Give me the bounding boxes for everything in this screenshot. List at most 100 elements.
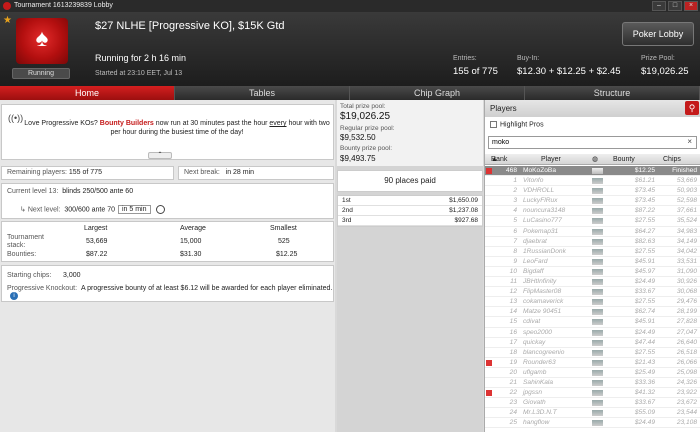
player-chips: 30,068 [676, 288, 697, 296]
spade-icon: ♠ [35, 25, 49, 52]
player-row[interactable]: 2 VDHROLL $73.45 50,903 [485, 186, 700, 197]
player-row[interactable]: 1 Vitonfo $61.21 53,669 [485, 176, 700, 187]
prize-panel: Total prize pool: $19,026.25 Regular pri… [337, 100, 483, 432]
country-flag-icon [592, 299, 603, 306]
pko-description: A progressive bounty of at least $6.12 w… [80, 285, 333, 292]
col-bounty[interactable]: Bounty [613, 154, 635, 165]
player-row[interactable]: 9 LeoFard $45.91 33,531 [485, 257, 700, 267]
player-row[interactable]: 22 jpgssn $41.32 23,922 [485, 388, 700, 399]
player-name: MoKoZoBa [523, 167, 556, 174]
clear-search-icon[interactable]: × [687, 137, 692, 146]
prizepool-value: $19,026.25 [641, 66, 689, 77]
window-controls: – □ × [650, 1, 698, 11]
player-row[interactable]: 13 cokamaverick $27.55 29,476 [485, 297, 700, 308]
tab-tables[interactable]: Tables [175, 86, 350, 100]
player-rank: 22 [509, 389, 517, 397]
player-chips: 30,926 [676, 278, 697, 286]
player-row[interactable]: 19 Rounder63 $21.43 26,066 [485, 358, 700, 368]
player-row[interactable]: 10 Bigdaff $45.97 31,090 [485, 267, 700, 278]
search-icon[interactable]: ⚲ [685, 101, 699, 115]
player-bounty: $62.74 [634, 308, 655, 316]
player-name: Bigdaff [523, 267, 544, 275]
highlight-pros-toggle[interactable]: Highlight Pros [490, 121, 544, 128]
player-rank: 1 [513, 177, 517, 185]
buyin-label: Buy-In: [517, 55, 540, 62]
entries-label: Entries: [453, 55, 477, 62]
player-row[interactable]: 468 MoKoZoBa $12.25 Finished [485, 166, 700, 177]
player-row[interactable]: 18 blancogreenio $27.55 26,518 [485, 348, 700, 358]
player-row[interactable]: 5 LuCasino777 $27.55 35,524 [485, 216, 700, 227]
player-row[interactable]: 11 JBHtInfinity $24.49 30,926 [485, 277, 700, 288]
tournament-name: $27 NLHE [Progressive KO], $15K Gtd [95, 20, 285, 32]
player-chips: 27,047 [676, 328, 697, 336]
player-rank: 10 [509, 267, 517, 275]
country-flag-icon [592, 258, 603, 265]
player-chips: 29,476 [676, 298, 697, 306]
country-flag-icon [592, 279, 603, 286]
collapse-handle[interactable]: ⌃ [148, 152, 172, 159]
player-row[interactable]: 8 1RussianDonk $27.55 34,042 [485, 247, 700, 257]
player-chips: 33,531 [676, 257, 697, 265]
payout-row: 1st $1,650.09 [338, 196, 482, 206]
player-name: jpgssn [523, 389, 543, 397]
player-row[interactable]: 7 djaebrat $82.63 34,149 [485, 237, 700, 247]
country-flag-icon [592, 228, 603, 235]
player-row[interactable]: 21 SahinKala $33.36 24,326 [485, 378, 700, 389]
player-search-input[interactable] [488, 136, 697, 149]
info-icon[interactable]: i [10, 292, 18, 300]
col-player[interactable]: Player [541, 154, 561, 165]
player-name: cdivat [523, 318, 541, 326]
prize-pools: Total prize pool: $19,026.25 Regular pri… [337, 100, 483, 166]
tab-chip-graph[interactable]: Chip Graph [350, 86, 525, 100]
player-row[interactable]: 3 LuckyFlRux $73.45 52,598 [485, 196, 700, 207]
col-flag-globe-icon[interactable]: ◍ [592, 154, 598, 165]
player-bounty: $41.32 [634, 389, 655, 397]
player-rank: 16 [509, 328, 517, 336]
bounty-builders-link[interactable]: Bounty Builders [100, 120, 154, 127]
next-break: Next break: in 28 min [178, 166, 334, 180]
country-flag-icon [592, 369, 603, 376]
tab-home[interactable]: Home [0, 86, 175, 100]
player-row[interactable]: 12 FlipMaster08 $33.67 30,068 [485, 287, 700, 298]
player-row[interactable]: 6 Pokemap31 $64.27 34,983 [485, 227, 700, 237]
buyin-stat: Buy-In: $12.30 + $12.25 + $2.45 [517, 55, 621, 77]
player-row[interactable]: 24 Mr.L3D.N.T $55.09 23,544 [485, 408, 700, 419]
player-row[interactable]: 16 speo2000 $24.49 27,047 [485, 328, 700, 338]
player-bounty: $45.91 [634, 318, 655, 326]
next-level-arrow-icon: ↳ [20, 206, 28, 214]
close-button[interactable]: × [684, 1, 698, 11]
player-chips: 27,828 [676, 318, 697, 326]
tab-structure[interactable]: Structure [525, 86, 700, 100]
home-panel: ((•)) Love Progressive KOs? Bounty Build… [0, 100, 335, 432]
country-flag-icon [592, 319, 603, 326]
col-chips[interactable]: Chips [663, 154, 681, 165]
player-name: nouncura3148 [523, 207, 566, 215]
country-flag-icon [592, 188, 603, 195]
player-rank: 17 [509, 338, 517, 346]
player-row[interactable]: 14 Matze 90451 $62.74 28,199 [485, 307, 700, 318]
player-row[interactable]: 25 hangflow $24.49 23,108 [485, 418, 700, 429]
country-flag-icon [592, 339, 603, 346]
player-row[interactable]: 17 quickay $47.44 26,640 [485, 338, 700, 348]
player-rank: 25 [509, 419, 517, 427]
favorite-star-icon[interactable]: ★ [3, 15, 12, 26]
country-flag-icon [592, 390, 603, 397]
maximize-button[interactable]: □ [668, 1, 682, 11]
promo-text: Love Progressive KOs? Bounty Builders no… [24, 120, 330, 136]
highlight-pros-checkbox[interactable] [490, 121, 497, 128]
player-row[interactable]: 15 cdivat $45.91 27,828 [485, 317, 700, 328]
player-rank: 6 [513, 227, 517, 235]
player-rank: 23 [509, 399, 517, 407]
player-name: quickay [523, 338, 546, 346]
bounty-prize-value: $9,493.75 [340, 154, 376, 163]
stack-stats: Largest Average Smallest Tournament stac… [1, 221, 334, 262]
player-row[interactable]: 4 nouncura3148 $87.22 37,661 [485, 206, 700, 217]
player-row[interactable]: 20 uflgamb $25.49 25,098 [485, 368, 700, 378]
minimize-button[interactable]: – [652, 1, 666, 11]
player-bounty: $73.45 [634, 187, 655, 195]
smallest-bounty: $12.25 [276, 251, 298, 258]
player-name: speo2000 [523, 328, 552, 336]
country-flag-icon [592, 178, 603, 185]
player-row[interactable]: 23 Giovath $33.67 23,672 [485, 398, 700, 409]
poker-lobby-button[interactable]: Poker Lobby [622, 22, 694, 46]
